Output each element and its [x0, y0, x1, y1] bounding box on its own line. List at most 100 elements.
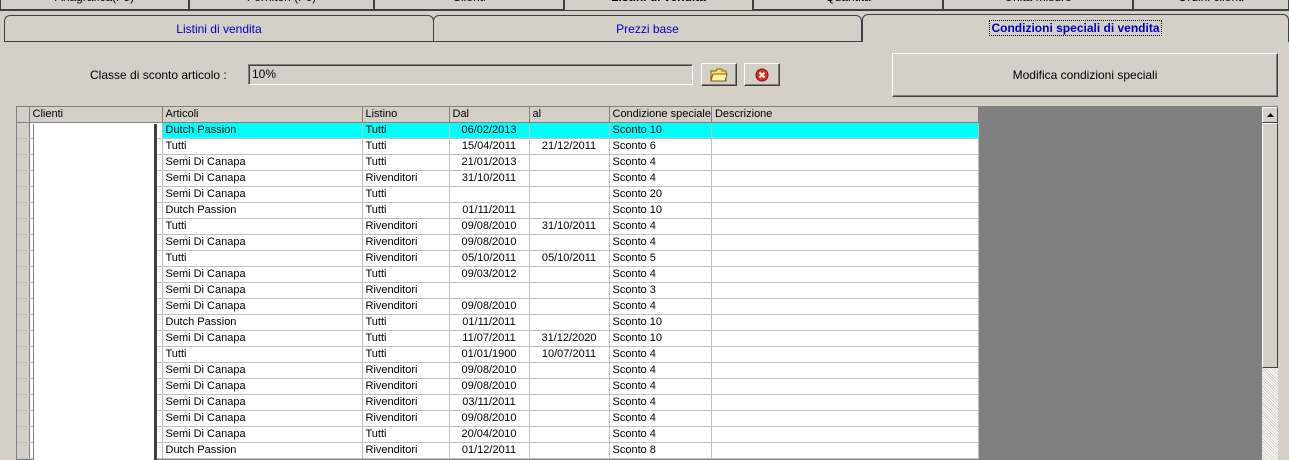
table-row[interactable]: Semi Di Canapa Rivenditori 09/08/2010 Scont… [17, 234, 979, 251]
cell-al[interactable] [529, 410, 610, 427]
cell-descrizione[interactable] [711, 362, 979, 379]
cell-condizione[interactable]: Sconto 4 [609, 218, 712, 235]
cell-articoli[interactable]: Semi Di Canapa [162, 266, 363, 283]
cell-articoli[interactable]: Tutti [162, 138, 363, 155]
cell-articoli[interactable]: Semi Di Canapa [162, 426, 363, 443]
cell-descrizione[interactable] [711, 298, 979, 315]
scroll-up-button[interactable] [1262, 107, 1278, 123]
row-indicator[interactable] [17, 218, 30, 235]
cell-condizione[interactable]: Sconto 4 [609, 378, 712, 395]
cell-descrizione[interactable] [711, 266, 979, 283]
cell-descrizione[interactable] [711, 122, 979, 139]
main-tab-4[interactable]: Quantità [753, 0, 943, 10]
column-header-listino[interactable]: Listino [362, 107, 450, 123]
cell-condizione[interactable]: Sconto 3 [609, 282, 712, 299]
cell-descrizione[interactable] [711, 330, 979, 347]
row-indicator[interactable] [17, 442, 30, 459]
vertical-scrollbar[interactable] [1262, 107, 1278, 460]
cell-condizione[interactable]: Sconto 20 [609, 186, 712, 203]
table-row[interactable]: Dutch Passion Rivenditori 01/12/2011 Sconto… [17, 442, 979, 459]
table-row[interactable]: Semi Di Canapa Rivenditori 09/08/2010 Scont… [17, 410, 979, 427]
main-tab-6[interactable]: Ordini clienti [1133, 0, 1289, 10]
cell-condizione[interactable]: Sconto 4 [609, 298, 712, 315]
main-tab-0[interactable]: Anagrafica(F5) [0, 0, 189, 10]
cell-al[interactable] [529, 282, 610, 299]
tab-prezzi-base[interactable]: Prezzi base [433, 15, 862, 41]
cell-descrizione[interactable] [711, 234, 979, 251]
cell-descrizione[interactable] [711, 394, 979, 411]
cell-condizione[interactable]: Sconto 4 [609, 410, 712, 427]
cell-condizione[interactable]: Sconto 4 [609, 426, 712, 443]
cell-condizione[interactable]: Sconto 4 [609, 394, 712, 411]
cell-dal[interactable]: 01/12/2011 [449, 442, 530, 459]
cell-articoli[interactable]: Tutti [162, 250, 363, 267]
cell-articoli[interactable]: Semi Di Canapa [162, 378, 363, 395]
cell-articoli[interactable]: Semi Di Canapa [162, 282, 363, 299]
table-row[interactable]: Semi Di Canapa Rivenditori 09/08/2010 Scont… [17, 298, 979, 315]
column-header-clienti[interactable]: Clienti [29, 107, 163, 123]
cell-descrizione[interactable] [711, 282, 979, 299]
cell-dal[interactable]: 31/10/2011 [449, 170, 530, 187]
column-header-dal[interactable]: Dal [449, 107, 530, 123]
cell-articoli[interactable]: Tutti [162, 346, 363, 363]
cell-al[interactable]: 21/12/2011 [529, 138, 610, 155]
cell-dal[interactable]: 09/08/2010 [449, 410, 530, 427]
cell-listino[interactable]: Tutti [362, 266, 450, 283]
cell-dal[interactable]: 21/01/2013 [449, 154, 530, 171]
cell-listino[interactable]: Tutti [362, 122, 450, 139]
cell-dal[interactable]: 06/02/2013 [449, 122, 530, 139]
cell-listino[interactable]: Rivenditori [362, 250, 450, 267]
row-indicator[interactable] [17, 282, 30, 299]
column-header-articoli[interactable]: Articoli [162, 107, 363, 123]
cell-al[interactable] [529, 378, 610, 395]
cell-descrizione[interactable] [711, 202, 979, 219]
cell-listino[interactable]: Tutti [362, 330, 450, 347]
row-indicator[interactable] [17, 346, 30, 363]
cell-condizione[interactable]: Sconto 5 [609, 250, 712, 267]
cell-listino[interactable]: Tutti [362, 426, 450, 443]
cell-articoli[interactable]: Dutch Passion [162, 442, 363, 459]
cell-dal[interactable]: 15/04/2011 [449, 138, 530, 155]
row-indicator[interactable] [17, 394, 30, 411]
cell-al[interactable] [529, 362, 610, 379]
cell-condizione[interactable]: Sconto 4 [609, 266, 712, 283]
row-indicator[interactable] [17, 314, 30, 331]
cell-dal[interactable] [449, 186, 530, 203]
cell-listino[interactable]: Tutti [362, 138, 450, 155]
cell-dal[interactable]: 09/08/2010 [449, 218, 530, 235]
table-row[interactable]: Tutti Tutti 01/01/1900 10/07/2011 Sconto 4 [17, 346, 979, 363]
table-row[interactable]: Semi Di Canapa Rivenditori 09/08/2010 Scont… [17, 362, 979, 379]
cell-al[interactable] [529, 394, 610, 411]
modifica-condizioni-button[interactable]: Modifica condizioni speciali [892, 53, 1278, 97]
cell-al[interactable] [529, 234, 610, 251]
cell-condizione[interactable]: Sconto 10 [609, 314, 712, 331]
table-row[interactable]: Semi Di Canapa Tutti Sconto 20 [17, 186, 979, 203]
table-row[interactable]: Semi Di Canapa Tutti 09/03/2012 Sconto 4 [17, 266, 979, 283]
cell-listino[interactable]: Tutti [362, 202, 450, 219]
cell-dal[interactable] [449, 282, 530, 299]
table-row[interactable]: Semi Di Canapa Rivenditori 31/10/2011 Scont… [17, 170, 979, 187]
cell-al[interactable] [529, 266, 610, 283]
row-indicator[interactable] [17, 138, 30, 155]
tab-condizioni-speciali[interactable]: Condizioni speciali di vendita [862, 14, 1289, 42]
cell-descrizione[interactable] [711, 442, 979, 459]
cell-dal[interactable]: 09/08/2010 [449, 298, 530, 315]
cell-al[interactable] [529, 202, 610, 219]
row-indicator[interactable] [17, 378, 30, 395]
cell-dal[interactable]: 11/07/2011 [449, 330, 530, 347]
cell-descrizione[interactable] [711, 218, 979, 235]
row-indicator[interactable] [17, 250, 30, 267]
cell-descrizione[interactable] [711, 426, 979, 443]
cell-condizione[interactable]: Sconto 8 [609, 442, 712, 459]
row-indicator[interactable] [17, 298, 30, 315]
cell-articoli[interactable]: Semi Di Canapa [162, 234, 363, 251]
row-indicator[interactable] [17, 170, 30, 187]
cell-condizione[interactable]: Sconto 6 [609, 138, 712, 155]
discount-class-field[interactable]: 10% [248, 64, 693, 85]
row-indicator[interactable] [17, 266, 30, 283]
cell-al[interactable] [529, 170, 610, 187]
table-row[interactable]: Dutch Passion Tutti 06/02/2013 Sconto 10 [17, 122, 979, 139]
cell-dal[interactable]: 05/10/2011 [449, 250, 530, 267]
table-row[interactable]: Semi Di Canapa Rivenditori 03/11/2011 Scont… [17, 394, 979, 411]
cell-dal[interactable]: 03/11/2011 [449, 394, 530, 411]
